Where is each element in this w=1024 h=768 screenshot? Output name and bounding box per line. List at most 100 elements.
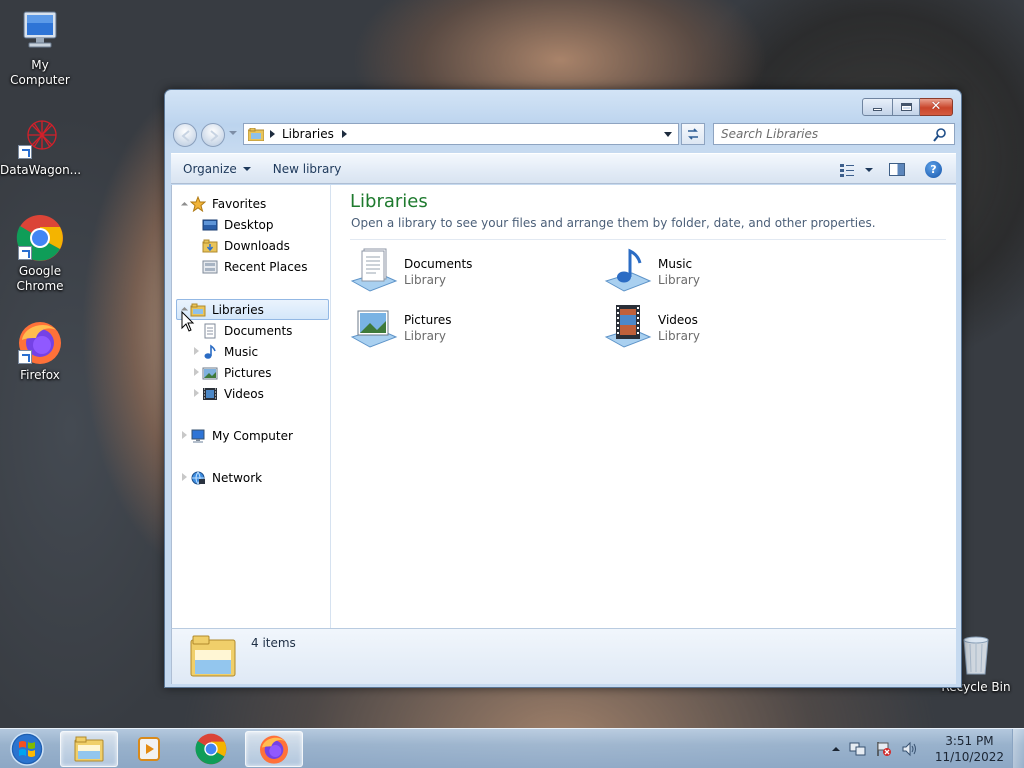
nav-item-downloads[interactable]: Downloads xyxy=(202,235,290,256)
nav-item-label: Documents xyxy=(224,323,293,338)
nav-item-desktop[interactable]: Desktop xyxy=(202,214,274,235)
page-subtitle: Open a library to see your files and arr… xyxy=(351,216,876,230)
command-bar: Organize New library ? xyxy=(171,153,956,184)
page-title: Libraries xyxy=(350,191,428,212)
show-hidden-icons-button[interactable] xyxy=(831,745,841,753)
close-icon: ✕ xyxy=(930,99,942,114)
chevron-down-icon xyxy=(242,166,251,171)
back-button[interactable] xyxy=(173,123,197,147)
library-item-name: Music xyxy=(658,257,693,271)
expand-network-icon[interactable] xyxy=(182,473,187,481)
expand-my-computer-icon[interactable] xyxy=(182,431,187,439)
breadcrumb-separator-icon[interactable] xyxy=(341,130,347,138)
nav-item-label: Recent Places xyxy=(224,259,308,274)
back-arrow-icon xyxy=(181,130,190,142)
new-library-label: New library xyxy=(272,161,342,176)
library-item-name: Videos xyxy=(658,313,698,327)
forward-button[interactable] xyxy=(201,123,225,147)
library-item-pictures[interactable]: Pictures Library xyxy=(350,303,590,355)
library-item-videos[interactable]: Videos Library xyxy=(604,303,844,355)
show-desktop-button[interactable] xyxy=(1012,729,1024,768)
recent-pages-dropdown[interactable] xyxy=(229,131,237,135)
pictures-library-icon xyxy=(350,310,398,348)
taskbar-media-player-button[interactable] xyxy=(120,731,178,767)
collapse-favorites-icon[interactable] xyxy=(180,201,189,210)
close-button[interactable]: ✕ xyxy=(920,98,953,116)
nav-item-network[interactable]: Network xyxy=(190,467,262,488)
details-pane: 4 items xyxy=(171,628,956,684)
windows-start-icon xyxy=(10,732,44,766)
search-icon[interactable] xyxy=(932,127,948,143)
refresh-icon xyxy=(688,128,698,140)
library-item-type: Library xyxy=(658,273,700,287)
nav-item-label: Favorites xyxy=(212,196,267,211)
nav-item-pictures[interactable]: Pictures xyxy=(202,362,272,383)
taskbar-firefox-button[interactable] xyxy=(245,731,303,767)
desktop-icon-firefox[interactable]: Firefox xyxy=(0,318,80,383)
nav-item-recent-places[interactable]: Recent Places xyxy=(202,256,307,277)
nav-item-my-computer[interactable]: My Computer xyxy=(190,425,293,446)
clock-date: 11/10/2022 xyxy=(934,750,1004,764)
breadcrumb-libraries[interactable]: Libraries xyxy=(282,127,334,141)
mouse-cursor-icon xyxy=(181,311,195,332)
computer-icon xyxy=(16,8,64,56)
tray-action-center[interactable] xyxy=(875,741,893,757)
nav-item-label: Downloads xyxy=(224,238,290,253)
start-button[interactable] xyxy=(4,731,50,767)
refresh-button[interactable] xyxy=(681,123,705,145)
nav-item-label: Videos xyxy=(224,386,264,401)
library-item-type: Library xyxy=(404,273,446,287)
taskbar-chrome-button[interactable] xyxy=(182,731,240,767)
minimize-icon xyxy=(873,108,882,111)
library-item-documents[interactable]: Documents Library xyxy=(350,247,590,299)
new-library-button[interactable]: New library xyxy=(261,154,352,183)
nav-item-favorites[interactable]: Favorites xyxy=(190,193,266,214)
pictures-icon xyxy=(202,365,218,381)
restore-button[interactable] xyxy=(893,98,920,116)
desktop-icon-google-chrome[interactable]: Google Chrome xyxy=(0,214,80,294)
preview-pane-button[interactable] xyxy=(889,163,905,176)
address-dropdown-icon[interactable] xyxy=(664,132,672,137)
change-view-button[interactable] xyxy=(839,163,873,177)
videos-icon xyxy=(202,386,218,402)
nav-item-documents[interactable]: Documents xyxy=(202,320,292,341)
tray-volume[interactable] xyxy=(901,741,919,757)
chevron-down-icon[interactable] xyxy=(865,167,873,172)
divider xyxy=(350,239,946,240)
shortcut-arrow-icon xyxy=(18,350,32,364)
nav-item-videos[interactable]: Videos xyxy=(202,383,264,404)
desktop-icon-label: My Computer xyxy=(10,58,70,87)
organize-button[interactable]: Organize xyxy=(171,154,261,183)
nav-item-label: My Computer xyxy=(212,428,293,443)
network-icon xyxy=(190,470,206,486)
expand-music-icon[interactable] xyxy=(194,347,199,355)
search-input[interactable] xyxy=(721,127,931,141)
system-tray: 3:51 PM 11/10/2022 xyxy=(827,729,1024,768)
library-item-name: Documents xyxy=(404,257,473,271)
speaker-icon xyxy=(902,741,916,757)
taskbar-clock[interactable]: 3:51 PM 11/10/2022 xyxy=(935,733,1004,765)
desktop-icon-datawagon[interactable]: DataWagon... xyxy=(0,113,81,178)
taskbar-explorer-button[interactable] xyxy=(60,731,118,767)
nav-item-music[interactable]: Music xyxy=(202,341,258,362)
nav-item-libraries[interactable]: Libraries xyxy=(190,299,264,320)
action-center-flag-icon xyxy=(877,742,891,756)
expand-pictures-icon[interactable] xyxy=(194,368,199,376)
desktop-icon xyxy=(202,217,218,233)
chrome-icon xyxy=(16,214,64,262)
desktop-icon-my-computer[interactable]: My Computer xyxy=(0,8,80,88)
expand-videos-icon[interactable] xyxy=(194,389,199,397)
libraries-icon xyxy=(248,127,264,141)
desktop-icon-label: Google Chrome xyxy=(16,264,64,293)
breadcrumb-separator-icon[interactable] xyxy=(270,130,275,138)
navigation-pane: Favorites Desktop Downloads Recent Place… xyxy=(172,185,331,628)
documents-library-icon xyxy=(350,248,398,292)
chevron-up-icon xyxy=(831,747,840,751)
tray-network-status[interactable] xyxy=(849,741,867,757)
search-box[interactable] xyxy=(713,123,955,145)
address-bar[interactable]: Libraries xyxy=(243,123,679,145)
help-button[interactable]: ? xyxy=(925,161,942,178)
minimize-button[interactable] xyxy=(862,98,893,116)
library-item-name: Pictures xyxy=(404,313,452,327)
library-item-music[interactable]: Music Library xyxy=(604,247,844,299)
